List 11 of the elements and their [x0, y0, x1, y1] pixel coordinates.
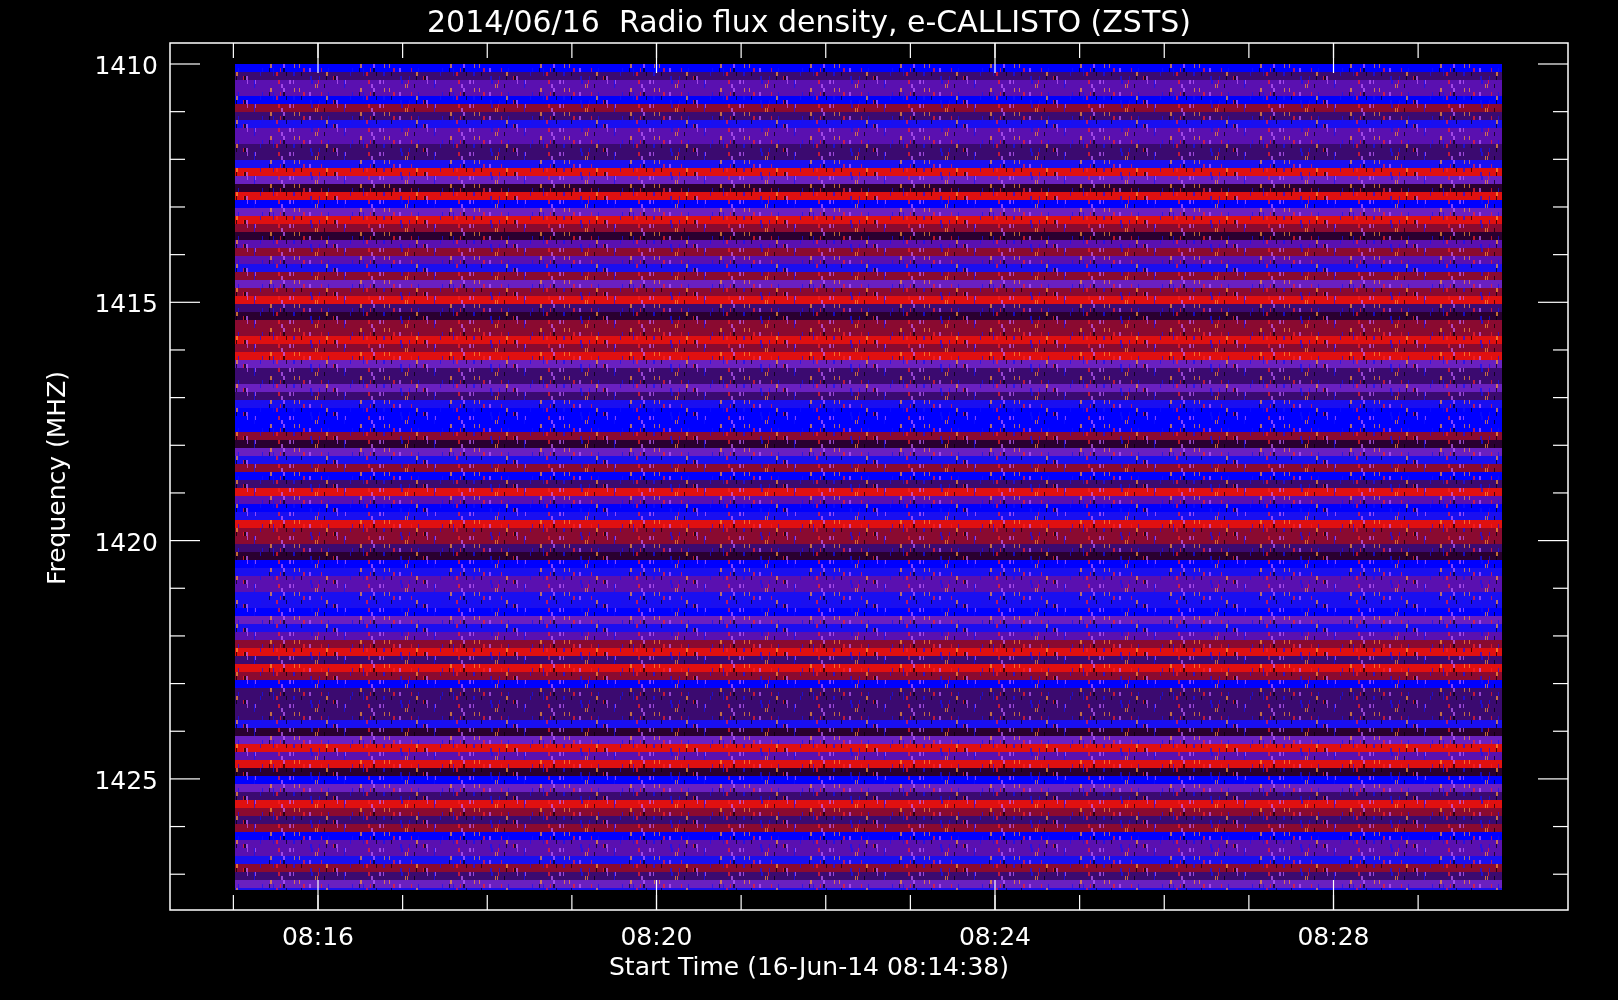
tick-label: 1415: [94, 289, 158, 319]
tick-label: 08:28: [1297, 922, 1370, 951]
chart-title: 2014/06/16 Radio flux density, e-CALLISTO (ZSTS): [427, 4, 1191, 39]
axis-label: Frequency (MHZ): [42, 370, 71, 586]
tick-label: 1420: [94, 527, 158, 557]
tick-label: 08:16: [282, 922, 354, 951]
tick-label: 1410: [94, 51, 158, 80]
tick-label: 08:24: [959, 922, 1031, 951]
tick-label: 1425: [94, 765, 158, 795]
axis-label: Start Time (16-Jun-14 08:14:38): [609, 952, 1009, 981]
tick-label: 08:20: [620, 922, 693, 951]
